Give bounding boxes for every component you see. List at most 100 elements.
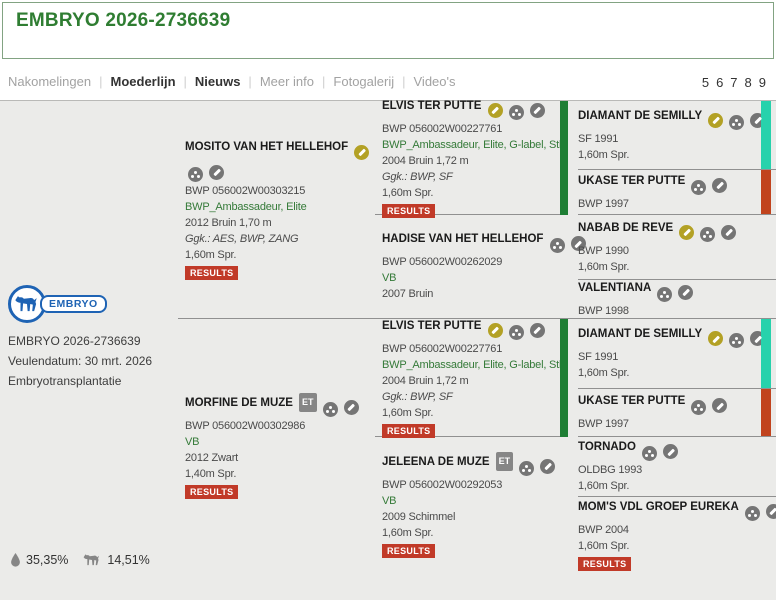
- horse-name-link[interactable]: UKASE TER PUTTE: [578, 175, 685, 187]
- percentages-row: 35,35% 14,51%: [10, 553, 150, 567]
- color-bar-teal: [761, 319, 771, 388]
- embryo-logo-label: EMBRYO: [40, 295, 107, 313]
- progeny-icon[interactable]: [323, 402, 338, 417]
- pedigree-grid: EMBRYO EMBRYO 2026-2736639 Veulendatum: …: [0, 101, 776, 572]
- blood-percentage: 35,35%: [26, 553, 68, 567]
- slot-elvis-2: ELVIS TER PUTTE BWP 056002W00227761 BWP_…: [375, 319, 560, 437]
- sport-level: 1,60m Spr.: [382, 185, 560, 201]
- generation-link-7[interactable]: 7: [730, 75, 737, 90]
- dam-line-group: NABAB DE REVE BWP 1990 1,60m Spr. VALENT…: [560, 215, 776, 319]
- horse-name-link[interactable]: ELVIS TER PUTTE: [382, 320, 481, 332]
- horse-name-link[interactable]: UKASE TER PUTTE: [578, 395, 685, 407]
- greatgrandparents-column: DIAMANT DE SEMILLY SF 1991 1,60m Spr. UK: [560, 101, 776, 572]
- horse-name-link[interactable]: MOM'S VDL GROEP EUREKA: [578, 501, 739, 513]
- generation-link-5[interactable]: 5: [702, 75, 709, 90]
- approved-icon[interactable]: [354, 145, 369, 160]
- horse-name-link[interactable]: MORFINE DE MUZE: [185, 397, 293, 409]
- progeny-icon[interactable]: [657, 287, 672, 302]
- slot-ukase-1: UKASE TER PUTTE BWP 1997: [578, 170, 776, 215]
- progeny-icon[interactable]: [745, 506, 760, 521]
- approved-icon[interactable]: [679, 225, 694, 240]
- approved-icon[interactable]: [488, 323, 503, 338]
- slot-moms: MOM'S VDL GROEP EUREKA BWP 2004 1,60m Sp…: [578, 497, 776, 572]
- registration-number: BWP 1998: [578, 303, 776, 319]
- horse-name-link[interactable]: DIAMANT DE SEMILLY: [578, 328, 702, 340]
- edit-icon[interactable]: [530, 103, 545, 118]
- edit-icon[interactable]: [209, 165, 224, 180]
- edit-icon[interactable]: [712, 398, 727, 413]
- edit-icon[interactable]: [678, 285, 693, 300]
- progeny-icon[interactable]: [691, 180, 706, 195]
- tab-videos[interactable]: Video's: [414, 74, 456, 89]
- registration-number: BWP 056002W00292053: [382, 477, 560, 493]
- results-badge[interactable]: RESULTS: [578, 557, 631, 571]
- approvals: Ggk.: BWP, SF: [382, 169, 560, 185]
- predicates: VB: [382, 493, 560, 509]
- edit-icon[interactable]: [530, 323, 545, 338]
- approved-icon[interactable]: [708, 113, 723, 128]
- horse-name-link[interactable]: DIAMANT DE SEMILLY: [578, 110, 702, 122]
- slot-diamant-2: DIAMANT DE SEMILLY SF 1991 1,60m Spr.: [578, 319, 776, 389]
- horse-name-link[interactable]: TORNADO: [578, 441, 636, 453]
- generation-link-8[interactable]: 8: [745, 75, 752, 90]
- pedigree-cell-nabab: NABAB DE REVE BWP 1990 1,60m Spr.: [578, 220, 776, 275]
- edit-icon[interactable]: [663, 444, 678, 459]
- results-badge[interactable]: RESULTS: [382, 544, 435, 558]
- horse-name-link[interactable]: MOSITO VAN HET HELLEHOF: [185, 141, 348, 153]
- generation-link-6[interactable]: 6: [716, 75, 723, 90]
- progeny-icon[interactable]: [729, 333, 744, 348]
- results-badge[interactable]: RESULTS: [185, 266, 238, 280]
- edit-icon[interactable]: [721, 225, 736, 240]
- results-badge[interactable]: RESULTS: [382, 424, 435, 438]
- horse-name-link[interactable]: ELVIS TER PUTTE: [382, 100, 481, 112]
- tab-nieuws[interactable]: Nieuws: [195, 74, 241, 89]
- sport-level: 1,60m Spr.: [578, 538, 776, 554]
- registration-number: BWP 1990: [578, 243, 776, 259]
- slot-hadise: HADISE VAN HET HELLEHOF BWP 056002W00262…: [375, 215, 560, 319]
- approved-icon[interactable]: [708, 331, 723, 346]
- progeny-icon[interactable]: [509, 105, 524, 120]
- birth-info: 2009 Schimmel: [382, 509, 560, 525]
- tab-fotogalerij[interactable]: Fotogalerij: [333, 74, 394, 89]
- registration-number: OLDBG 1993: [578, 462, 776, 478]
- slot-ukase-2: UKASE TER PUTTE BWP 1997: [578, 389, 776, 437]
- results-badge[interactable]: RESULTS: [185, 485, 238, 499]
- horse-name-link[interactable]: JELEENA DE MUZE: [382, 456, 490, 468]
- progeny-icon[interactable]: [509, 325, 524, 340]
- pedigree-cell-elvis: ELVIS TER PUTTE BWP 056002W00227761 BWP_…: [382, 98, 560, 218]
- edit-icon[interactable]: [344, 400, 359, 415]
- horse-name-link[interactable]: HADISE VAN HET HELLEHOF: [382, 233, 543, 245]
- sire-line-group: DIAMANT DE SEMILLY SF 1991 1,60m Spr. UK: [560, 101, 776, 215]
- registration-number: BWP 2004: [578, 522, 776, 538]
- pedigree-cell-valentiana: VALENTIANA BWP 1998: [578, 280, 776, 319]
- horse-name-link[interactable]: VALENTIANA: [578, 282, 651, 294]
- progeny-icon[interactable]: [691, 400, 706, 415]
- et-badge: ET: [496, 452, 514, 471]
- subject-name: EMBRYO 2026-2736639: [8, 334, 152, 348]
- progeny-icon[interactable]: [188, 167, 203, 182]
- progeny-icon[interactable]: [700, 227, 715, 242]
- progeny-icon[interactable]: [642, 446, 657, 461]
- predicates: VB: [382, 270, 560, 286]
- generation-link-9[interactable]: 9: [759, 75, 766, 90]
- birth-info: 2004 Bruin 1,72 m: [382, 373, 560, 389]
- horse-name-link[interactable]: NABAB DE REVE: [578, 222, 673, 234]
- tab-nakomelingen[interactable]: Nakomelingen: [8, 74, 91, 89]
- edit-icon[interactable]: [766, 504, 776, 519]
- sport-level: 1,60m Spr.: [382, 405, 560, 421]
- progeny-icon[interactable]: [519, 461, 534, 476]
- sport-level: 1,60m Spr.: [578, 147, 776, 163]
- progeny-icon[interactable]: [729, 115, 744, 130]
- tab-moederlijn[interactable]: Moederlijn: [111, 74, 176, 89]
- edit-icon[interactable]: [712, 178, 727, 193]
- sport-level: 1,60m Spr.: [382, 525, 560, 541]
- pedigree-cell-ukase: UKASE TER PUTTE BWP 1997: [578, 393, 776, 432]
- edit-icon[interactable]: [540, 459, 555, 474]
- registration-number: SF 1991: [578, 131, 776, 147]
- dam-half: MORFINE DE MUZE ET BWP 056002W00302986 V…: [178, 319, 375, 572]
- approved-icon[interactable]: [488, 103, 503, 118]
- slot-diamant-1: DIAMANT DE SEMILLY SF 1991 1,60m Spr.: [578, 101, 776, 170]
- tab-separator: [248, 74, 251, 89]
- birth-info: 2007 Bruin: [382, 286, 560, 302]
- tab-meer-info[interactable]: Meer info: [260, 74, 314, 89]
